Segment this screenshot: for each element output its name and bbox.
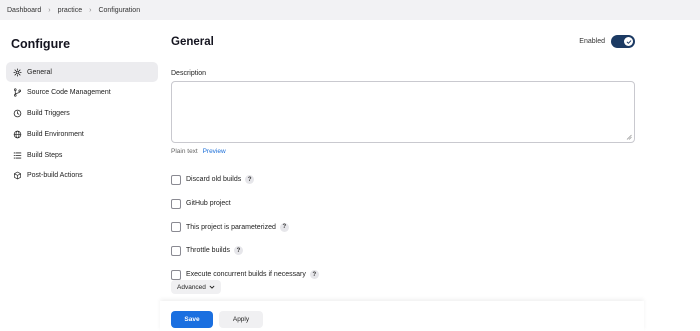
sidebar-item-build-environment[interactable]: Build Environment	[6, 124, 158, 144]
chevron-right-icon: ›	[48, 6, 51, 14]
description-label: Description	[171, 70, 207, 77]
breadcrumb-item-configuration: Configuration	[98, 6, 141, 14]
sidebar-nav: General Source Code Management Build Tri…	[6, 62, 158, 187]
help-icon[interactable]: ?	[233, 246, 243, 256]
breadcrumb-item-dashboard[interactable]: Dashboard	[7, 7, 41, 14]
option-label[interactable]: Execute concurrent builds if necessary	[186, 271, 306, 278]
breadcrumb-item-practice[interactable]: practice	[58, 7, 83, 14]
sidebar-item-label: Post-build Actions	[27, 172, 83, 180]
sidebar-item-label: General	[27, 68, 52, 76]
apply-button[interactable]: Apply	[219, 311, 263, 328]
checkbox[interactable]	[171, 198, 181, 209]
globe-icon	[12, 129, 22, 139]
option-label[interactable]: Discard old builds	[186, 176, 241, 183]
advanced-button[interactable]: Advanced	[171, 280, 221, 294]
cube-icon	[12, 171, 22, 181]
check-icon	[624, 37, 633, 46]
checkbox[interactable]	[171, 269, 181, 280]
section-title: General	[171, 36, 214, 48]
checkbox[interactable]	[171, 245, 181, 256]
list-icon	[12, 150, 22, 160]
option-label[interactable]: Throttle builds	[186, 247, 230, 254]
gear-icon	[12, 67, 22, 77]
option-throttle-builds: Throttle builds ?	[171, 239, 319, 263]
option-discard-old-builds: Discard old builds ?	[171, 168, 319, 192]
chevron-down-icon	[209, 285, 215, 289]
preview-link[interactable]: Preview	[203, 148, 226, 155]
plain-text-label: Plain text	[171, 148, 198, 155]
sidebar-item-label: Build Steps	[27, 151, 63, 159]
sidebar-item-source-code-management[interactable]: Source Code Management	[6, 83, 158, 103]
save-button[interactable]: Save	[171, 311, 213, 328]
sidebar-item-label: Build Triggers	[27, 110, 70, 118]
option-label[interactable]: This project is parameterized	[186, 224, 276, 231]
description-textarea[interactable]	[171, 81, 635, 143]
description-format-row: Plain text Preview	[171, 148, 226, 155]
option-label[interactable]: GitHub project	[186, 200, 231, 207]
option-parameterized: This project is parameterized ?	[171, 215, 319, 239]
help-icon[interactable]: ?	[309, 270, 319, 280]
sidebar-item-build-steps[interactable]: Build Steps	[6, 145, 158, 165]
sidebar-item-general[interactable]: General	[6, 62, 158, 82]
sidebar-item-post-build-actions[interactable]: Post-build Actions	[6, 166, 158, 186]
option-github-project: GitHub project	[171, 192, 319, 216]
checkbox[interactable]	[171, 222, 181, 233]
form-actions-bar: Save Apply	[160, 301, 644, 331]
help-icon[interactable]: ?	[279, 222, 289, 232]
enabled-control: Enabled	[579, 35, 635, 48]
branch-icon	[12, 88, 22, 98]
enabled-label: Enabled	[579, 38, 605, 45]
checkbox[interactable]	[171, 174, 181, 185]
sidebar-item-build-triggers[interactable]: Build Triggers	[6, 104, 158, 124]
clock-icon	[12, 109, 22, 119]
sidebar-item-label: Build Environment	[27, 130, 84, 138]
help-icon[interactable]: ?	[245, 175, 255, 185]
resize-handle-icon[interactable]	[626, 134, 632, 140]
sidebar-item-label: Source Code Management	[27, 89, 111, 97]
chevron-right-icon: ›	[89, 6, 92, 14]
advanced-label: Advanced	[177, 283, 206, 291]
sidebar-title: Configure	[11, 37, 71, 51]
enabled-toggle[interactable]	[611, 35, 635, 48]
general-section: General Enabled Description Plain text P…	[171, 20, 636, 331]
breadcrumb: Dashboard › practice › Configuration	[0, 0, 700, 20]
options-list: Discard old builds ? GitHub project This…	[171, 168, 319, 286]
sidebar: Configure General Source Code Management…	[0, 20, 165, 331]
